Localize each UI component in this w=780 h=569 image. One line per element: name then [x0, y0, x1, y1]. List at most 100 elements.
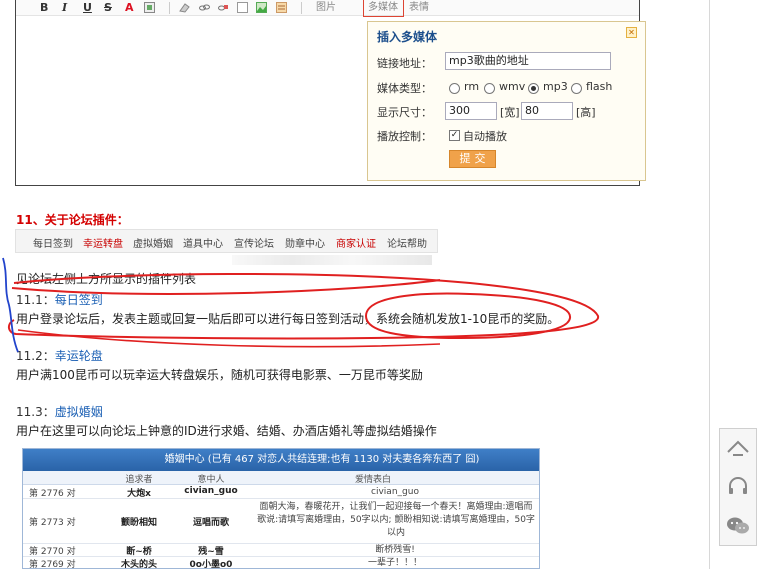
emoji-tab[interactable]: 表情 — [409, 0, 429, 15]
toolbar-divider — [301, 2, 302, 14]
plugin-tab-marriage[interactable]: 虚拟婚姻 — [133, 235, 173, 250]
underline-button[interactable]: U — [83, 0, 92, 15]
insert-media-popup: 插入多媒体 ✕ 链接地址： mp3歌曲的地址 媒体类型： rm wmv mp3 … — [367, 21, 646, 181]
radio-rm[interactable] — [449, 83, 460, 94]
row-suitor: 木头的头 — [120, 560, 157, 569]
column-beloved: 意中人 — [197, 475, 225, 485]
column-message: 爱情表白 — [354, 475, 391, 485]
code-icon[interactable] — [276, 2, 287, 13]
font-color-button[interactable]: A — [125, 0, 134, 15]
size-label: 显示尺寸： — [377, 106, 432, 119]
marriage-description: 用户在这里可以向论坛上钟意的ID进行求婚、结婚、办酒店婚礼等虚拟结婚操作 — [16, 424, 437, 438]
row-beloved: 残~雪 — [198, 547, 224, 557]
radio-wmv[interactable] — [484, 83, 495, 94]
top-arrow-icon — [727, 440, 749, 456]
popup-title: 插入多媒体 — [377, 30, 438, 44]
plugin-tab-lucky-wheel[interactable]: 幸运转盘 — [83, 235, 123, 250]
unlink-icon[interactable] — [218, 2, 229, 13]
item-heading-lucky-wheel: 11.2：幸运轮盘 — [16, 347, 103, 364]
marriage-link[interactable]: 虚拟婚姻 — [55, 405, 103, 419]
row-beloved: 逗唱而歌 — [192, 518, 229, 528]
url-label: 链接地址： — [377, 57, 432, 70]
floating-toolbar — [719, 428, 757, 546]
radio-mp3-label: mp3 — [543, 80, 568, 93]
table-row: 第 2773 对 颤盼相知 逗唱而歌 面朝大海，春暖花开，让我们一起迎接每一个春… — [23, 499, 539, 544]
table-row: 第 2769 对 木头的头 0o小墨o0 一辈子！！！ — [23, 557, 539, 569]
link-icon[interactable] — [199, 2, 210, 13]
popup-close-icon[interactable]: ✕ — [626, 27, 637, 38]
wechat-icon — [727, 517, 749, 534]
autoplay-checkbox[interactable]: ✓ — [449, 130, 460, 141]
radio-mp3[interactable] — [528, 83, 539, 94]
table-icon[interactable] — [237, 2, 248, 13]
back-to-top-button[interactable] — [720, 429, 756, 467]
bold-button[interactable]: B — [40, 0, 48, 15]
row-message: civian_guo — [371, 487, 419, 497]
table-row: 第 2776 对 大炮x civian_guo civian_guo — [23, 485, 539, 499]
width-unit: [宽] — [500, 106, 520, 119]
item-prefix: 11.1： — [16, 293, 55, 307]
plugin-tab-props[interactable]: 道具中心 — [183, 235, 223, 250]
plugin-tab-checkin[interactable]: 每日签到 — [33, 235, 73, 250]
red-underline — [17, 329, 441, 348]
row-number: 第 2769 对 — [29, 560, 76, 569]
wedding-center-screenshot: 婚姻中心 (已有 467 对恋人共结连理;也有 1130 对夫妻各奔东西了 囧)… — [22, 448, 540, 569]
blurred-banner-strip — [232, 255, 432, 265]
row-number: 第 2770 对 — [29, 547, 76, 557]
radio-wmv-label: wmv — [499, 80, 526, 93]
customer-service-button[interactable] — [720, 468, 756, 506]
item-heading-marriage: 11.3：虚拟婚姻 — [16, 403, 103, 420]
eraser-icon[interactable] — [179, 2, 190, 13]
plugin-tab-promote[interactable]: 宣传论坛 — [234, 235, 274, 250]
row-message: 断桥残雪! — [375, 545, 415, 555]
row-suitor: 颤盼相知 — [120, 518, 157, 528]
item-prefix: 11.2： — [16, 349, 55, 363]
width-input[interactable]: 300 — [445, 102, 497, 120]
right-rail-divider — [709, 0, 710, 569]
autoplay-label: 自动播放 — [463, 130, 507, 143]
media-url-input[interactable]: mp3歌曲的地址 — [445, 52, 611, 70]
plugin-tab-medals[interactable]: 勋章中心 — [285, 235, 325, 250]
checkin-link[interactable]: 每日签到 — [55, 293, 103, 307]
row-suitor: 大炮x — [127, 489, 151, 499]
plugin-tab-help[interactable]: 论坛帮助 — [387, 235, 427, 250]
row-number: 第 2773 对 — [29, 518, 76, 528]
italic-button[interactable]: I — [62, 0, 67, 15]
lucky-wheel-link[interactable]: 幸运轮盘 — [55, 349, 103, 363]
wedding-columns: 追求者 意中人 爱情表白 — [23, 471, 539, 485]
row-message: 一辈子！！！ — [367, 558, 422, 568]
item-heading-checkin: 11.1：每日签到 — [16, 291, 103, 308]
row-beloved: civian_guo — [184, 486, 238, 496]
height-unit: [高] — [576, 106, 596, 119]
media-tab-highlight — [363, 0, 404, 17]
headset-icon — [729, 477, 747, 494]
checkin-description: 用户登录论坛后，发表主题或回复一贴后即可以进行每日签到活动，系统会随机发放1-1… — [16, 312, 560, 326]
play-control-label: 播放控制： — [377, 130, 432, 143]
item-prefix: 11.3： — [16, 405, 55, 419]
image-tab[interactable]: 图片 — [316, 0, 336, 15]
radio-rm-label: rm — [464, 80, 480, 93]
background-color-icon[interactable] — [144, 2, 155, 13]
height-input[interactable]: 80 — [521, 102, 573, 120]
plugin-nav-bar: 每日签到 幸运转盘 虚拟婚姻 道具中心 宣传论坛 勋章中心 商家认证 论坛帮助 — [15, 229, 438, 253]
row-message: 面朝大海，春暖花开，让我们一起迎接每一个春天！离婚理由:遗唱而歌说:请填写离婚理… — [257, 502, 535, 538]
row-suitor: 断~桥 — [126, 547, 152, 557]
row-beloved: 0o小墨o0 — [189, 560, 233, 569]
plugin-tab-merchant[interactable]: 商家认证 — [336, 235, 376, 250]
column-suitor: 追求者 — [125, 475, 153, 485]
submit-button[interactable]: 提交 — [449, 150, 496, 168]
intro-text: 见论坛左侧上方所显示的插件列表 — [16, 272, 197, 286]
section-title: 11、关于论坛插件： — [16, 213, 129, 227]
editor-toolbar: B I U S A 图片 多媒体 表情 — [16, 0, 639, 17]
table-row: 第 2770 对 断~桥 残~雪 断桥残雪! — [23, 544, 539, 557]
strikethrough-button[interactable]: S — [104, 0, 112, 15]
wedding-header: 婚姻中心 (已有 467 对恋人共结连理;也有 1130 对夫妻各奔东西了 囧) — [23, 449, 539, 471]
radio-flash-label: flash — [586, 80, 613, 93]
row-number: 第 2776 对 — [29, 489, 76, 499]
media-type-label: 媒体类型： — [377, 82, 432, 95]
wechat-button[interactable] — [720, 507, 756, 545]
lucky-wheel-description: 用户满100昆币可以玩幸运大转盘娱乐，随机可获得电影票、一万昆币等奖励 — [16, 368, 423, 382]
editor-screenshot: B I U S A 图片 多媒体 表情 插入多媒体 ✕ 链接地址： mp3歌曲的… — [15, 0, 646, 186]
image-insert-icon[interactable] — [256, 2, 267, 13]
radio-flash[interactable] — [571, 83, 582, 94]
